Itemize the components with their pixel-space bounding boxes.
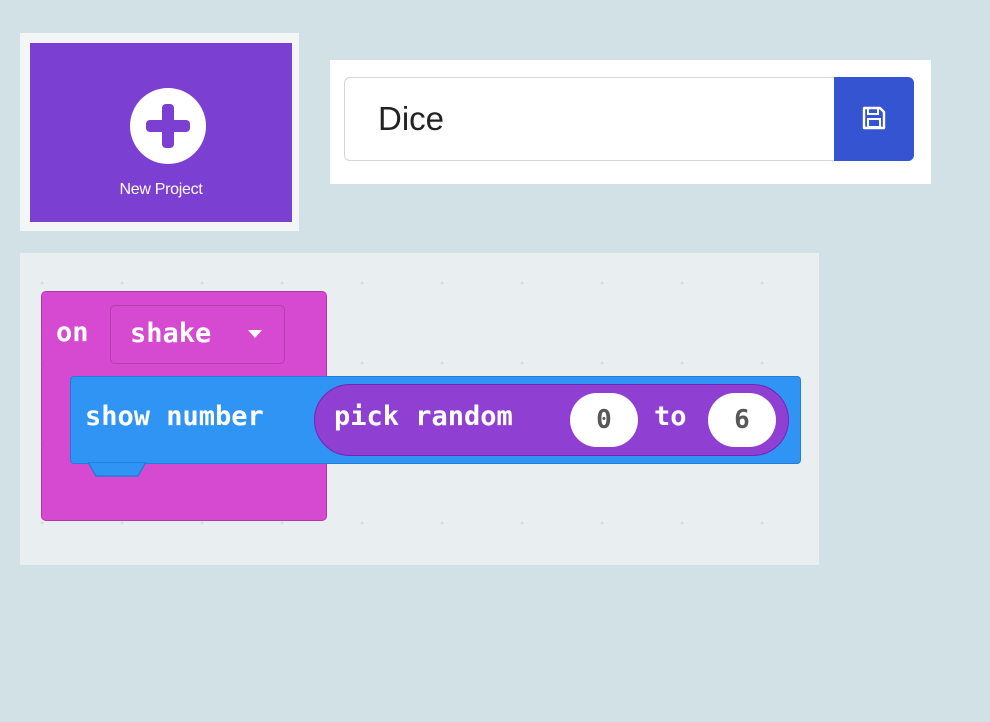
random-min-field[interactable]: 0 bbox=[570, 393, 638, 447]
project-name-panel bbox=[330, 60, 931, 184]
new-project-card-frame: New Project bbox=[20, 33, 299, 231]
save-icon bbox=[862, 106, 886, 130]
gesture-dropdown[interactable]: shake bbox=[110, 305, 285, 364]
project-name-input[interactable] bbox=[344, 77, 848, 161]
gesture-dropdown-value: shake bbox=[130, 318, 212, 349]
block-connector-tab bbox=[88, 462, 146, 477]
random-max-field[interactable]: 6 bbox=[708, 393, 776, 447]
new-project-label: New Project bbox=[119, 181, 203, 198]
blocks-workspace[interactable]: on shake show number pick random 0 to 6 bbox=[20, 253, 819, 565]
show-number-label: show number bbox=[85, 401, 264, 432]
plus-circle-icon bbox=[130, 88, 206, 164]
pick-random-label: pick random bbox=[334, 401, 513, 432]
range-to-label: to bbox=[654, 401, 687, 432]
chevron-down-icon bbox=[248, 330, 262, 338]
save-button[interactable] bbox=[834, 77, 914, 161]
event-prefix-label: on bbox=[56, 317, 89, 348]
new-project-button[interactable]: New Project bbox=[30, 43, 292, 222]
